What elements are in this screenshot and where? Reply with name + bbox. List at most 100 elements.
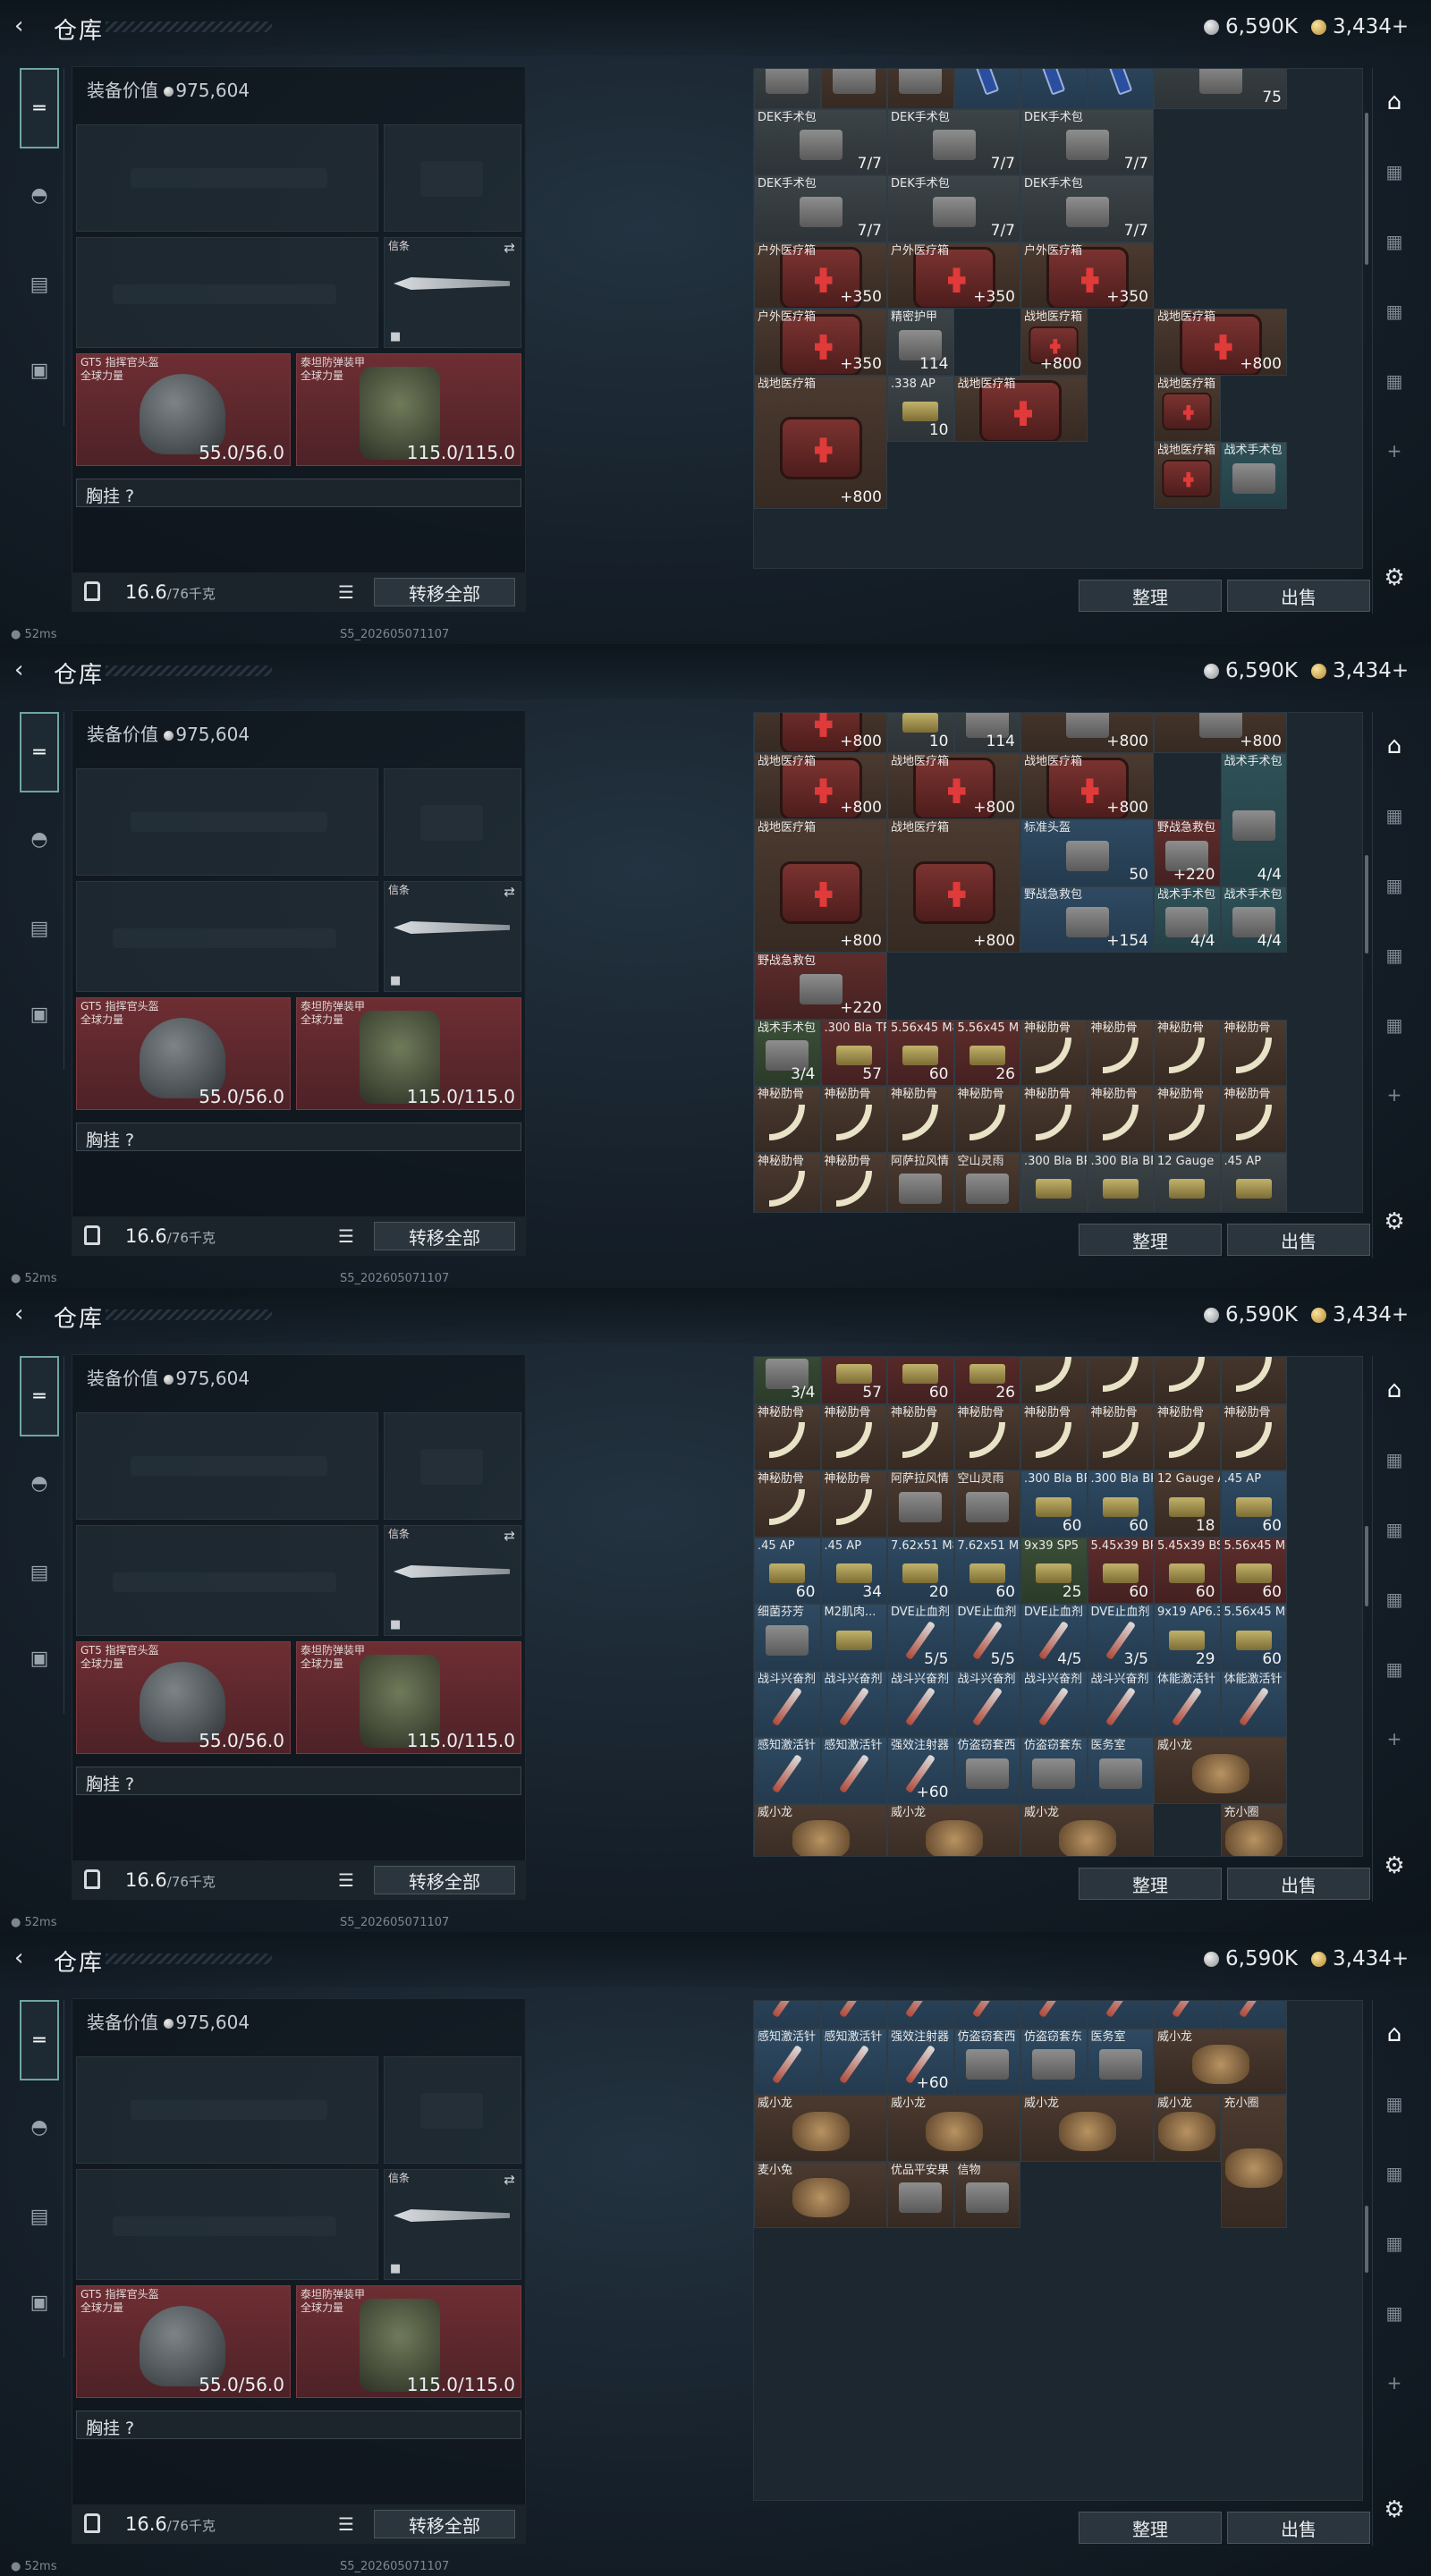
inventory-item[interactable]: 神秘肋骨 [1220, 1019, 1287, 1086]
list-icon[interactable]: ☰ [338, 2513, 354, 2535]
inventory-item[interactable]: 阿萨拉风情 [887, 1470, 954, 1538]
swap-icon[interactable]: ⇄ [504, 884, 515, 900]
inventory-item[interactable]: 战斗兴奋剂 [887, 2001, 954, 2029]
inventory-item[interactable]: 战斗兴奋剂 [1087, 2001, 1154, 2029]
inventory-item[interactable]: 威小龙 [754, 2095, 887, 2162]
primary-weapon-slot[interactable] [76, 1412, 378, 1520]
lock-icon[interactable] [84, 1869, 100, 1889]
inventory-item[interactable]: CPU [887, 69, 954, 109]
inventory-item[interactable]: DVE止血剂 4/5 [1020, 1604, 1088, 1671]
inventory-item[interactable]: 神秘肋骨 [820, 1403, 887, 1470]
inventory-item[interactable]: 优品平安果 [887, 2161, 954, 2228]
inventory-item[interactable]: +800 [1154, 713, 1287, 753]
inventory-item[interactable]: 神秘肋骨 [754, 1403, 821, 1470]
list-icon[interactable]: ☰ [338, 1869, 354, 1891]
inventory-item[interactable]: .300 Bla BPG 60 [1020, 1470, 1088, 1538]
tab-backpack[interactable]: ▤ [20, 2197, 59, 2236]
inventory-item[interactable]: 充小圈 [1220, 1803, 1287, 1856]
inventory-item[interactable]: DEK手术包 7/7 [754, 108, 887, 175]
sort-button[interactable]: 整理 [1079, 1224, 1222, 1256]
pistol-slot[interactable] [384, 2056, 521, 2164]
helmet-front-icon[interactable]: ⌂ [1378, 730, 1410, 762]
inventory-item[interactable]: 战斗兴奋剂 [820, 2001, 887, 2029]
transfer-all-button[interactable]: 转移全部 [374, 2510, 515, 2538]
inventory-item[interactable]: 威小龙 [754, 1803, 887, 1856]
inventory-item[interactable]: 战斗兴奋剂 [953, 1670, 1020, 1737]
inventory-item[interactable]: 战斗兴奋剂 [820, 1670, 887, 1737]
inventory-item[interactable]: 威小龙 [887, 2095, 1020, 2162]
helmet-slot[interactable]: GT5 指挥官头盔 全球力量 55.0/56.0 [76, 2285, 291, 2398]
back-arrow-icon[interactable]: ‹ [14, 14, 34, 38]
storage-icon[interactable]: ▦ [1378, 2088, 1410, 2120]
inventory-item[interactable]: 5.45x39 BP 60 [1087, 1537, 1154, 1604]
storage-icon-4[interactable]: ▦ [1378, 1653, 1410, 1685]
tab-case[interactable]: ▣ [20, 2283, 59, 2322]
settings-icon[interactable]: ⚙ [1378, 1850, 1410, 1882]
secondary-weapon-slot[interactable] [76, 1525, 378, 1636]
tab-weapons[interactable]: ═ [20, 68, 59, 148]
inventory-item[interactable]: DVE止血剂 5/5 [887, 1604, 954, 1671]
sell-button[interactable]: 出售 [1227, 1868, 1370, 1900]
inventory-item[interactable]: 5.45x39 BS 60 [1154, 1537, 1221, 1604]
chest-rig-slot[interactable]: 胸挂 ? [76, 479, 521, 507]
primary-weapon-slot[interactable] [76, 124, 378, 232]
inventory-item[interactable]: 战斗兴奋剂 [1087, 1670, 1154, 1737]
lock-icon[interactable] [84, 2513, 100, 2533]
inventory-item[interactable]: 战术手术包 4/4 [1220, 752, 1287, 886]
inventory-item[interactable]: .338 AP 10 [887, 375, 954, 442]
storage-icon-2[interactable]: ▦ [1378, 1513, 1410, 1546]
inventory-item[interactable]: DVE止血剂 3/5 [1087, 1604, 1154, 1671]
add-icon[interactable]: + [1378, 435, 1410, 467]
inventory-item[interactable]: 战地医疗箱+800 [754, 752, 887, 819]
storage-icon[interactable]: ▦ [1378, 1444, 1410, 1476]
inventory-item[interactable] [754, 69, 821, 109]
sell-button[interactable]: 出售 [1227, 580, 1370, 612]
list-icon[interactable]: ☰ [338, 1225, 354, 1247]
transfer-all-button[interactable]: 转移全部 [374, 1866, 515, 1894]
inventory-item[interactable]: 战术手术包3/4 [754, 1357, 821, 1404]
inventory-item[interactable]: 威小龙 [1020, 2095, 1154, 2162]
inventory-item[interactable]: 仿盗窃套东 [1020, 1737, 1088, 1804]
inventory-item[interactable]: .45 AP 60 [754, 1537, 821, 1604]
inventory-item[interactable]: DEK手术包 7/7 [754, 175, 887, 242]
inventory-item[interactable]: 神秘肋骨 [1087, 1019, 1154, 1086]
inventory-item[interactable]: 威小龙 [1020, 1803, 1154, 1856]
inventory-item[interactable]: 战地医疗箱+800 [887, 819, 1020, 953]
tab-backpack[interactable]: ▤ [20, 1553, 59, 1592]
inventory-item[interactable]: 战地医疗箱 [1154, 442, 1221, 509]
inventory-item[interactable]: 神秘肋骨 [820, 1152, 887, 1212]
add-icon[interactable]: + [1378, 1723, 1410, 1755]
inventory-item[interactable]: 仿盗窃套西 [953, 1737, 1020, 1804]
inventory-item[interactable]: 手机 [953, 69, 1020, 109]
chest-rig-slot[interactable]: 胸挂 ? [76, 1767, 521, 1795]
sort-button[interactable]: 整理 [1079, 580, 1222, 612]
tab-helmet[interactable]: ◓ [20, 2107, 59, 2147]
inventory-item[interactable]: 感知激活针 [754, 2028, 821, 2095]
inventory-item[interactable]: 战斗兴奋剂 [887, 1670, 954, 1737]
inventory-item[interactable]: 神秘肋骨 [1087, 1357, 1154, 1404]
inventory-item[interactable]: CPU [820, 69, 887, 109]
inventory-item[interactable]: 手机 [1020, 69, 1088, 109]
inventory-item[interactable]: 神秘肋骨 [754, 1086, 821, 1153]
inventory-item[interactable]: 战地医疗箱+800 [754, 713, 887, 753]
inventory-item[interactable]: 威小龙 [1154, 1737, 1287, 1804]
storage-icon-3[interactable]: ▦ [1378, 2227, 1410, 2259]
inventory-item[interactable]: 战地医疗箱+800 [1020, 752, 1154, 819]
inventory-item[interactable]: 战术手术包 4/4 [1220, 886, 1287, 953]
inventory-item[interactable]: 体能激活针 [1220, 2001, 1287, 2029]
inventory-item[interactable]: 战地医疗箱 [1154, 375, 1221, 442]
primary-weapon-slot[interactable] [76, 768, 378, 876]
inventory-item[interactable]: .300 Bla57 [820, 1357, 887, 1404]
inventory-item[interactable]: 神秘肋骨 [1154, 1019, 1221, 1086]
back-arrow-icon[interactable]: ‹ [14, 658, 34, 682]
armor-slot[interactable]: 泰坦防弹装甲 全球力量 115.0/115.0 [296, 1641, 521, 1754]
inventory-item[interactable]: 神秘肋骨 [887, 1086, 954, 1153]
chest-rig-slot[interactable]: 胸挂 ? [76, 1123, 521, 1151]
add-icon[interactable]: + [1378, 1079, 1410, 1111]
inventory-item[interactable]: 神秘肋骨 [754, 1470, 821, 1538]
inventory-item[interactable]: 神秘肋骨 [1020, 1403, 1088, 1470]
storage-icon-2[interactable]: ▦ [1378, 869, 1410, 902]
inventory-item[interactable]: 威小龙 [1154, 2028, 1287, 2095]
sort-button[interactable]: 整理 [1079, 2512, 1222, 2544]
inventory-item[interactable]: .45 AP [1220, 1152, 1287, 1212]
